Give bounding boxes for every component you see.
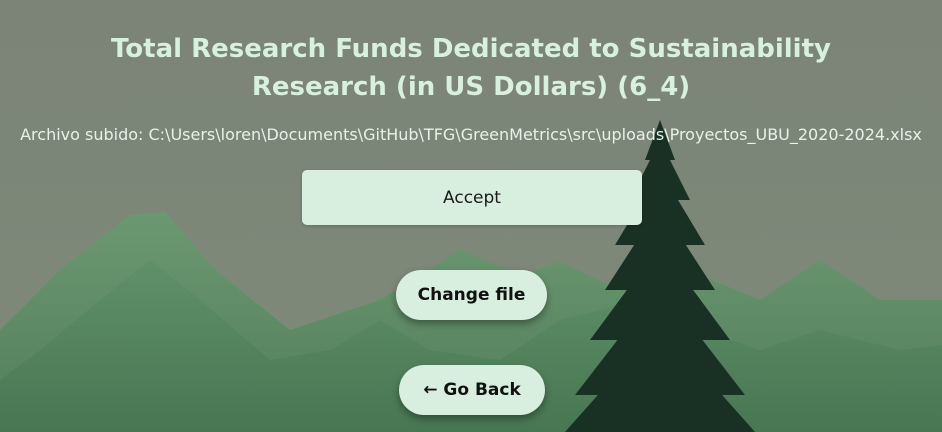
accept-button[interactable]: Accept: [302, 170, 642, 225]
page-title: Total Research Funds Dedicated to Sustai…: [111, 34, 831, 102]
change-file-button[interactable]: Change file: [396, 270, 547, 320]
uploaded-file-path: Archivo subido: C:\Users\loren\Documents…: [20, 125, 922, 144]
go-back-button[interactable]: ← Go Back: [399, 365, 545, 415]
main-content: Total Research Funds Dedicated to Sustai…: [0, 0, 942, 432]
